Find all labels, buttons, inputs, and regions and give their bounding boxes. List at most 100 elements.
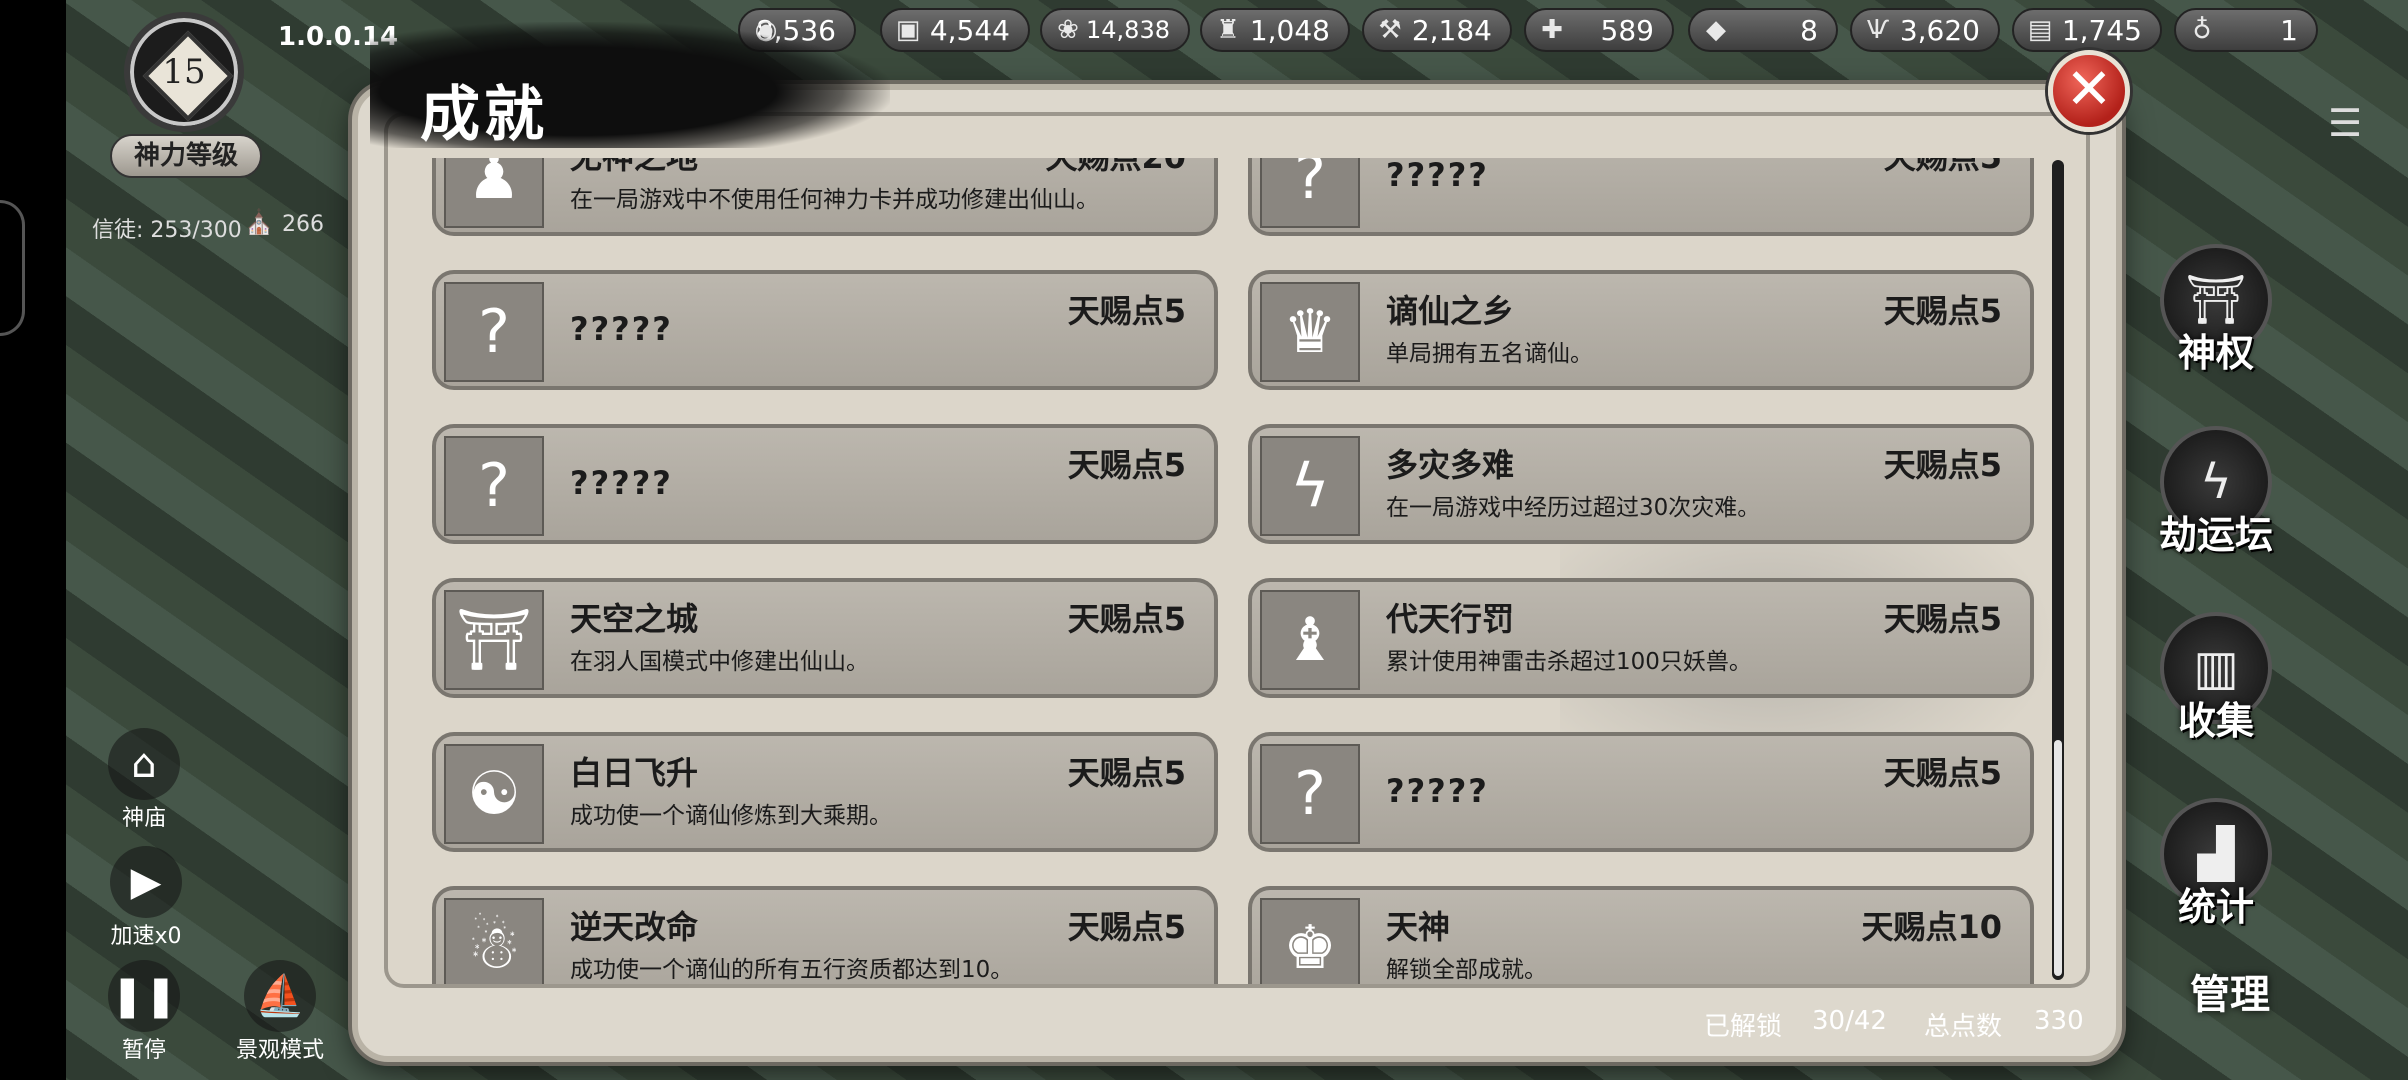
unlocked-value: 30/42 <box>1812 1006 1887 1036</box>
resource-armor[interactable]: ♜ 1,048 <box>1200 8 1350 52</box>
achievement-card[interactable]: ?????? 天赐点5 <box>1248 732 2034 852</box>
achievement-description: 在羽人国模式中修建出仙山。 <box>570 649 869 675</box>
stone-icon: ▣ <box>895 15 921 45</box>
scenery-mode-button[interactable]: ⛵ 景观模式 <box>226 960 334 1064</box>
achievement-description: 成功使一个谪仙修炼到大乘期。 <box>570 803 892 829</box>
meditate-icon: ☯ <box>444 744 544 844</box>
achievement-name: 天神 <box>1386 908 1451 946</box>
resource-chest[interactable]: ▤ 1,745 <box>2012 8 2162 52</box>
achievement-card[interactable]: ?????? 天赐点5 <box>432 270 1218 390</box>
armor-icon: ♜ <box>1216 15 1240 45</box>
figure-icon: ♟ <box>444 158 544 228</box>
achievement-description: 单局拥有五名谪仙。 <box>1386 341 1593 367</box>
deity-icon: ♚ <box>1260 898 1360 984</box>
achievement-name: 天空之城 <box>570 600 699 638</box>
stats-button[interactable]: ▟ 统计 <box>2156 798 2276 931</box>
speed-label: 加速x0 <box>110 924 182 949</box>
speed-button[interactable]: ▶ 加速x0 <box>98 846 194 950</box>
achievement-card[interactable]: ♛ 谪仙之乡单局拥有五名谪仙。 天赐点5 <box>1248 270 2034 390</box>
close-button[interactable]: ✕ <box>2048 50 2130 132</box>
authority-button[interactable]: ⛩ 神权 <box>2156 244 2276 377</box>
menu-list-icon[interactable]: ☰ <box>2328 104 2368 142</box>
hammer-icon: ⚒ <box>1378 15 1402 45</box>
grass-icon: Ѱ <box>1866 15 1890 45</box>
achievement-card[interactable]: ϟ 多灾多难在一局游戏中经历过超过30次灾难。 天赐点5 <box>1248 424 2034 544</box>
resource-value: 14,838 <box>1086 16 1170 44</box>
prayer-value: 266 <box>282 212 324 237</box>
achievement-description: 在一局游戏中经历过超过30次灾难。 <box>1386 495 1761 521</box>
resource-value: 1 <box>2280 13 2298 47</box>
achievement-points: 天赐点5 <box>1067 446 1186 484</box>
food-icon: ✚ <box>1541 15 1563 45</box>
achievement-points: 天赐点5 <box>1067 600 1186 638</box>
achievement-card[interactable]: ♚ 天神 解锁全部成就。 天赐点10 <box>1248 886 2034 984</box>
achievement-name: 代天行罚 <box>1386 600 1515 638</box>
lightning-icon: ϟ <box>1260 436 1360 536</box>
achievement-name: ????? <box>570 310 673 348</box>
resource-value: 4,544 <box>929 13 1010 47</box>
spirit-icon: ☃ <box>444 898 544 984</box>
question-icon: ? <box>1260 158 1360 228</box>
achievement-description: 成功使一个谪仙的所有五行资质都达到10。 <box>570 957 1014 983</box>
achievement-list[interactable]: ♟ 无神之地在一局游戏中不使用任何神力卡并成功修建出仙山。 天赐点20?????? 天… <box>432 158 2052 984</box>
resource-food[interactable]: ✚ 589 <box>1524 8 1674 52</box>
resource-value: 8 <box>1800 13 1818 47</box>
achievement-points: 天赐点5 <box>1883 292 2002 330</box>
achievement-card[interactable]: ♟ 无神之地在一局游戏中不使用任何神力卡并成功修建出仙山。 天赐点20 <box>432 158 1218 236</box>
resource-value: 1,048 <box>1249 13 1330 47</box>
lotus-icon: ❀ <box>1057 15 1079 45</box>
camera-notch <box>0 200 25 336</box>
thunder-statue-icon: ♝ <box>1260 590 1360 690</box>
resource-hammer[interactable]: ⚒ 2,184 <box>1362 8 1512 52</box>
collect-button[interactable]: ▥ 收集 <box>2156 612 2276 745</box>
achievement-name: 逆天改命 <box>570 908 699 946</box>
resource-grass[interactable]: Ѱ 3,620 <box>1850 8 2000 52</box>
scrollbar-thumb[interactable] <box>2054 740 2062 976</box>
achievement-description: 在一局游戏中不使用任何神力卡并成功修建出仙山。 <box>570 187 1099 213</box>
achievement-points: 天赐点5 <box>1883 600 2002 638</box>
achievement-points: 天赐点5 <box>1884 158 2002 178</box>
temple-button[interactable]: ⌂ 神庙 <box>102 728 186 832</box>
resource-value: 589 <box>1600 13 1654 47</box>
achievement-card[interactable]: ☯ 白日飞升 成功使一个谪仙修炼到大乘期。 天赐点5 <box>432 732 1218 852</box>
total-points-value: 330 <box>2034 1006 2084 1036</box>
authority-label: 神权 <box>2177 330 2254 375</box>
achievement-name: 无神之地 <box>570 158 698 178</box>
achievement-points: 天赐点5 <box>1883 446 2002 484</box>
altar-label: 劫运坛 <box>2158 512 2273 557</box>
gourd-icon: ♁ <box>2192 15 2212 45</box>
collect-label: 收集 <box>2177 698 2254 743</box>
resource-value: 3,620 <box>1899 13 1980 47</box>
pause-button[interactable]: ❚❚ 暂停 <box>102 960 186 1064</box>
manage-button[interactable]: 管理 <box>2170 960 2290 1030</box>
total-points-label: 总点数 <box>1924 1012 2003 1042</box>
believers-count: 信徒: 253/300 <box>92 218 242 243</box>
achievement-card[interactable]: ?????? 天赐点5 <box>1248 158 2034 236</box>
achievement-name: 谪仙之乡 <box>1386 292 1515 330</box>
resource-crystal[interactable]: ◆ 8 <box>1688 8 1838 52</box>
achievement-points: 天赐点20 <box>1045 158 1186 178</box>
scenery-label: 景观模式 <box>235 1038 324 1063</box>
resource-lotus[interactable]: ❀ 14,838 <box>1040 8 1190 52</box>
achievement-card[interactable]: ♝ 代天行罚 累计使用神雷击杀超过100只妖兽。 天赐点5 <box>1248 578 2034 698</box>
achievement-points: 天赐点5 <box>1067 908 1186 946</box>
close-icon: ✕ <box>2065 57 2113 122</box>
altar-button[interactable]: ϟ 劫运坛 <box>2156 426 2276 559</box>
resource-gourd[interactable]: ♁ 1 <box>2174 8 2318 52</box>
question-icon: ? <box>1260 744 1360 844</box>
achievement-card[interactable]: ?????? 天赐点5 <box>432 424 1218 544</box>
achievement-points: 天赐点10 <box>1861 908 2002 946</box>
temple-label: 神庙 <box>121 806 166 831</box>
achievement-points: 天赐点5 <box>1883 754 2002 792</box>
achievement-name: 多灾多难 <box>1386 446 1515 484</box>
achievement-card[interactable]: ⛩ 天空之城 在羽人国模式中修建出仙山。 天赐点5 <box>432 578 1218 698</box>
palace-icon: ♛ <box>1260 282 1360 382</box>
resource-stone[interactable]: ▣ 4,544 <box>880 8 1030 52</box>
house-icon: ⌂ <box>108 728 180 800</box>
god-level-badge[interactable]: 15 <box>124 12 244 132</box>
panel-title: 成就 <box>420 80 548 150</box>
achievement-card[interactable]: ☃ 逆天改命成功使一个谪仙的所有五行资质都达到10。 天赐点5 <box>432 886 1218 984</box>
achievement-name: ????? <box>1386 772 1489 810</box>
crystal-icon: ◆ <box>1706 15 1726 45</box>
boat-icon: ⛵ <box>244 960 316 1032</box>
